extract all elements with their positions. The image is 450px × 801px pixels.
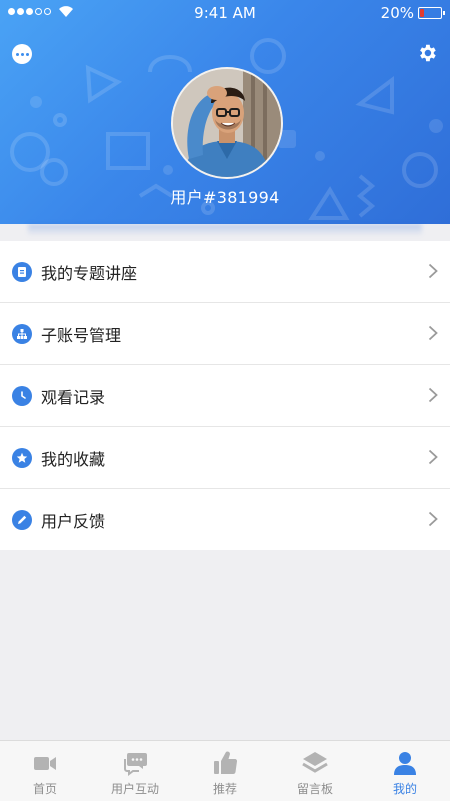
- menu-item-feedback[interactable]: 用户反馈: [0, 489, 450, 550]
- menu-item-label: 我的收藏: [41, 450, 106, 469]
- menu-item-sub-accounts[interactable]: 子账号管理: [0, 303, 450, 365]
- person-icon: [394, 752, 416, 775]
- clipboard-icon: [12, 262, 32, 282]
- menu-item-watch-history[interactable]: 观看记录: [0, 365, 450, 427]
- avatar-photo: [173, 69, 281, 177]
- tab-user-interaction[interactable]: 用户互动: [90, 741, 180, 801]
- message-icon[interactable]: [12, 44, 32, 64]
- menu-item-my-lectures[interactable]: 我的专题讲座: [0, 241, 450, 303]
- gear-icon[interactable]: [416, 42, 438, 64]
- tab-mine[interactable]: 我的: [360, 741, 450, 801]
- status-bar: 9:41 AM 20%: [0, 0, 450, 26]
- chat-bubbles-icon: [124, 753, 147, 776]
- menu-item-label: 观看记录: [41, 388, 106, 407]
- bottom-tab-bar: 首页 用户互动 推荐 留言板 我的: [0, 740, 450, 801]
- header-shadow: [28, 224, 422, 236]
- battery-icon: [418, 7, 445, 19]
- tab-label: 推荐: [212, 782, 237, 796]
- menu-item-label: 我的专题讲座: [41, 264, 138, 283]
- chevron-right-icon: [428, 449, 438, 465]
- menu-item-label: 用户反馈: [41, 512, 106, 531]
- menu-item-favorites[interactable]: 我的收藏: [0, 427, 450, 489]
- username-label: 用户#381994: [170, 188, 280, 207]
- org-chart-icon: [12, 324, 32, 344]
- tab-label: 留言板: [296, 782, 333, 796]
- chevron-right-icon: [428, 325, 438, 341]
- tab-label: 用户互动: [110, 782, 159, 796]
- profile-header: 9:41 AM 20% 用户#381994: [0, 0, 450, 224]
- avatar[interactable]: [171, 67, 283, 179]
- tab-label: 我的: [392, 782, 417, 796]
- star-icon: [12, 448, 32, 468]
- tab-label: 首页: [32, 782, 57, 796]
- tab-recommend[interactable]: 推荐: [180, 741, 270, 801]
- clock-icon: [12, 386, 32, 406]
- menu-item-label: 子账号管理: [41, 326, 122, 345]
- profile-menu-list: 我的专题讲座 子账号管理 观看记录 我的收藏 用户反馈: [0, 241, 450, 550]
- battery-percentage: 20%: [380, 4, 414, 22]
- chevron-right-icon: [428, 511, 438, 527]
- video-camera-icon: [34, 757, 56, 770]
- chevron-right-icon: [428, 263, 438, 279]
- pencil-icon: [12, 510, 32, 530]
- thumbs-up-icon: [214, 751, 238, 775]
- tab-message-board[interactable]: 留言板: [270, 741, 360, 801]
- chevron-right-icon: [428, 387, 438, 403]
- tab-home[interactable]: 首页: [0, 741, 90, 801]
- layers-icon: [302, 752, 328, 773]
